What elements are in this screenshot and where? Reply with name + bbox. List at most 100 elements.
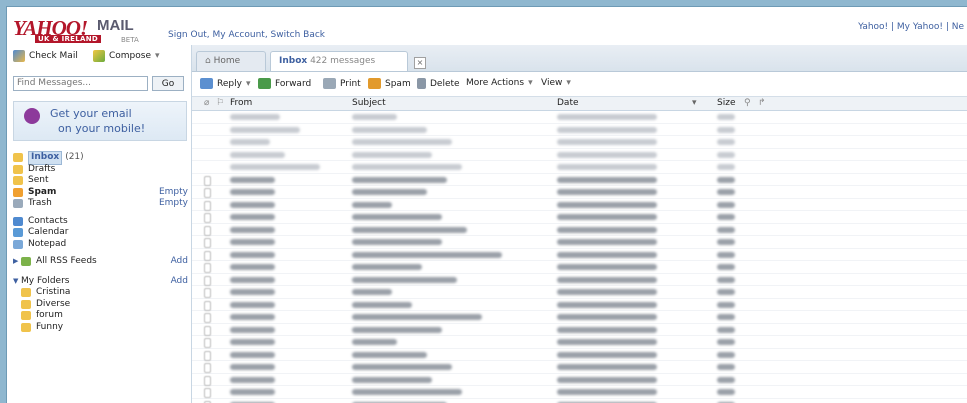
folder-cristina[interactable]: Cristina xyxy=(13,287,188,299)
blurred-text xyxy=(352,227,467,233)
blurred-text xyxy=(230,352,275,358)
reply-icon xyxy=(200,78,213,89)
message-row[interactable] xyxy=(192,399,967,403)
attachment-column-icon[interactable]: ⌀ xyxy=(204,98,209,108)
more-actions-button[interactable]: More Actions ▾ xyxy=(466,78,533,88)
header: YAHOO! MAIL UK & IRELAND BETA Sign Out, … xyxy=(7,7,967,45)
folder-rss[interactable]: ▶ All RSS Feeds Add xyxy=(13,256,188,268)
blurred-text xyxy=(557,277,657,283)
subject-column[interactable]: Subject xyxy=(352,98,386,108)
message-row[interactable] xyxy=(192,186,967,199)
add-folder-link[interactable]: Add xyxy=(171,276,188,288)
folder-trash[interactable]: Trash Empty xyxy=(13,198,188,210)
message-row[interactable] xyxy=(192,374,967,387)
message-row[interactable] xyxy=(192,111,967,124)
print-button[interactable]: Print xyxy=(323,78,361,89)
folder-diverse[interactable]: Diverse xyxy=(13,299,188,311)
message-row[interactable] xyxy=(192,249,967,262)
folder-spam[interactable]: Spam Empty xyxy=(13,187,188,199)
message-row[interactable] xyxy=(192,124,967,137)
folder-sent[interactable]: Sent xyxy=(13,175,188,187)
folder-inbox[interactable]: Inbox (21) xyxy=(13,152,188,164)
delete-button[interactable]: Delete xyxy=(417,78,460,89)
message-row[interactable] xyxy=(192,224,967,237)
message-row[interactable] xyxy=(192,136,967,149)
close-tab-icon[interactable]: × xyxy=(414,57,426,69)
message-row[interactable] xyxy=(192,261,967,274)
flag-column-icon[interactable]: ⚐ xyxy=(216,98,224,108)
go-button[interactable]: Go xyxy=(152,76,184,91)
blurred-text xyxy=(557,189,657,195)
blurred-text xyxy=(352,252,502,258)
message-row[interactable] xyxy=(192,299,967,312)
blurred-text xyxy=(557,139,657,145)
sort-down-icon[interactable]: ▾ xyxy=(692,98,697,108)
message-row[interactable] xyxy=(192,311,967,324)
blurred-text xyxy=(717,239,735,245)
empty-spam-link[interactable]: Empty xyxy=(159,187,188,199)
folder-forum[interactable]: forum xyxy=(13,310,188,322)
message-row[interactable] xyxy=(192,361,967,374)
yahoo-mail-logo[interactable]: YAHOO! MAIL UK & IRELAND BETA xyxy=(13,16,163,42)
blurred-text xyxy=(717,202,735,208)
reply-button[interactable]: Reply ▾ xyxy=(200,78,250,89)
search-input[interactable] xyxy=(13,76,148,91)
message-row[interactable] xyxy=(192,324,967,337)
attachment-icon xyxy=(204,238,211,248)
empty-trash-link[interactable]: Empty xyxy=(159,198,188,210)
blurred-text xyxy=(557,327,657,333)
inbox-icon xyxy=(13,153,23,162)
folder-contacts[interactable]: Contacts xyxy=(13,216,188,228)
compose-button[interactable]: Compose ▾ xyxy=(93,50,160,62)
message-row[interactable] xyxy=(192,336,967,349)
message-row[interactable] xyxy=(192,349,967,362)
tab-home[interactable]: ⌂ Home xyxy=(196,51,266,71)
message-row[interactable] xyxy=(192,236,967,249)
contacts-icon xyxy=(13,217,23,226)
view-button[interactable]: View ▾ xyxy=(541,78,571,88)
notepad-icon xyxy=(13,240,23,249)
blurred-text xyxy=(717,264,735,270)
message-row[interactable] xyxy=(192,286,967,299)
attachment-icon xyxy=(204,363,211,373)
reply-column-icon[interactable]: ↱ xyxy=(758,98,766,108)
from-column[interactable]: From xyxy=(230,98,252,108)
blurred-text xyxy=(352,352,427,358)
mobile-promo[interactable]: Get your email on your mobile! xyxy=(13,101,187,141)
message-row[interactable] xyxy=(192,274,967,287)
collapse-icon[interactable]: ▼ xyxy=(13,276,21,288)
add-rss-link[interactable]: Add xyxy=(171,256,188,268)
attachment-icon xyxy=(204,288,211,298)
message-row[interactable] xyxy=(192,386,967,399)
spam-label: Spam xyxy=(385,79,411,89)
message-row[interactable] xyxy=(192,211,967,224)
message-row[interactable] xyxy=(192,161,967,174)
message-row[interactable] xyxy=(192,199,967,212)
expand-icon[interactable]: ▶ xyxy=(13,256,21,268)
blurred-text xyxy=(352,264,422,270)
blurred-text xyxy=(230,364,275,370)
size-column[interactable]: Size xyxy=(717,98,735,108)
folder-drafts[interactable]: Drafts xyxy=(13,164,188,176)
attachment-icon xyxy=(204,388,211,398)
attachment-icon xyxy=(204,351,211,361)
folder-label: Contacts xyxy=(28,216,68,228)
attachment-icon xyxy=(204,313,211,323)
account-links[interactable]: Sign Out, My Account, Switch Back xyxy=(168,30,325,40)
blurred-text xyxy=(557,364,657,370)
folder-calendar[interactable]: Calendar xyxy=(13,227,188,239)
spam-button[interactable]: Spam xyxy=(368,78,411,89)
my-folders-header[interactable]: ▼ My Folders Add xyxy=(13,276,188,288)
blurred-text xyxy=(557,164,657,170)
top-right-links[interactable]: Yahoo! | My Yahoo! | Ne xyxy=(858,22,964,32)
blurred-text xyxy=(230,302,275,308)
folder-notepad[interactable]: Notepad xyxy=(13,239,188,251)
tab-inbox[interactable]: Inbox 422 messages xyxy=(270,51,408,71)
forward-button[interactable]: Forward xyxy=(258,78,311,89)
folder-funny[interactable]: Funny xyxy=(13,322,188,334)
message-row[interactable] xyxy=(192,174,967,187)
message-row[interactable] xyxy=(192,149,967,162)
date-column[interactable]: Date xyxy=(557,98,579,108)
check-mail-button[interactable]: Check Mail xyxy=(13,50,78,62)
read-column-icon[interactable]: ⚲ xyxy=(744,98,751,108)
